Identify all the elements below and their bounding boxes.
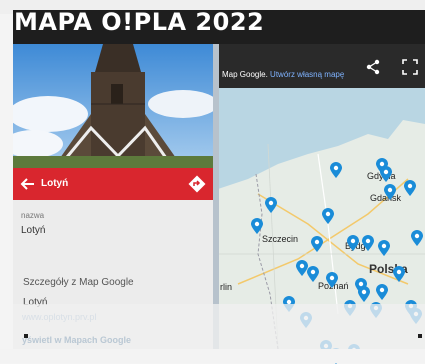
corner-marker-left: [24, 334, 28, 338]
map-pin-icon[interactable]: [362, 235, 374, 251]
google-details-heading: Szczegóły z Map Google: [23, 277, 134, 288]
map-pin-icon[interactable]: [384, 184, 396, 200]
map-pin-icon[interactable]: [307, 266, 319, 282]
view-in-google-maps-link[interactable]: yświetl w Mapach Google: [22, 335, 131, 345]
map-pin-icon[interactable]: [265, 197, 277, 213]
map-pin-icon[interactable]: [380, 166, 392, 182]
map-pin-icon[interactable]: [322, 208, 334, 224]
create-map-link[interactable]: Utwórz własną mapę: [270, 70, 344, 79]
corner-marker-right: [418, 334, 422, 338]
map-pin-icon[interactable]: [330, 162, 342, 178]
place-photo: [13, 44, 213, 168]
map-pin-icon[interactable]: [347, 235, 359, 251]
map-toolbar: Map Google. Utwórz własną mapę: [218, 44, 425, 88]
back-arrow-icon[interactable]: [19, 177, 35, 191]
map-pin-icon[interactable]: [404, 180, 416, 196]
map-pin-icon[interactable]: [251, 218, 263, 234]
place-header-bar: Lotyń: [13, 168, 213, 200]
share-icon[interactable]: [364, 58, 382, 76]
fullscreen-icon[interactable]: [401, 58, 419, 76]
website-link[interactable]: www.oplotyn.prv.pl: [22, 312, 96, 322]
map-pin-icon[interactable]: [311, 236, 323, 252]
map-pin-icon[interactable]: [411, 230, 423, 246]
name-field-label: nazwa: [21, 211, 45, 220]
place-name: Lotyń: [41, 178, 69, 189]
directions-icon[interactable]: [188, 175, 206, 193]
map-pin-icon[interactable]: [358, 286, 370, 302]
map-pin-icon[interactable]: [393, 266, 405, 282]
name-field-value: Lotyń: [21, 225, 46, 236]
map-pin-icon[interactable]: [376, 284, 388, 300]
map-attribution: Map Google. Utwórz własną mapę: [222, 70, 344, 79]
map-label-berlin: rlin: [220, 282, 233, 292]
map-pin-icon[interactable]: [326, 272, 338, 288]
map-pin-icon[interactable]: [378, 240, 390, 256]
page-title: MAPA O!PLA 2022: [14, 8, 265, 36]
map-label-szczecin: Szczecin: [262, 234, 299, 244]
map-attribution-text: Map Google.: [222, 70, 268, 79]
page-bottom-background: [0, 349, 425, 363]
